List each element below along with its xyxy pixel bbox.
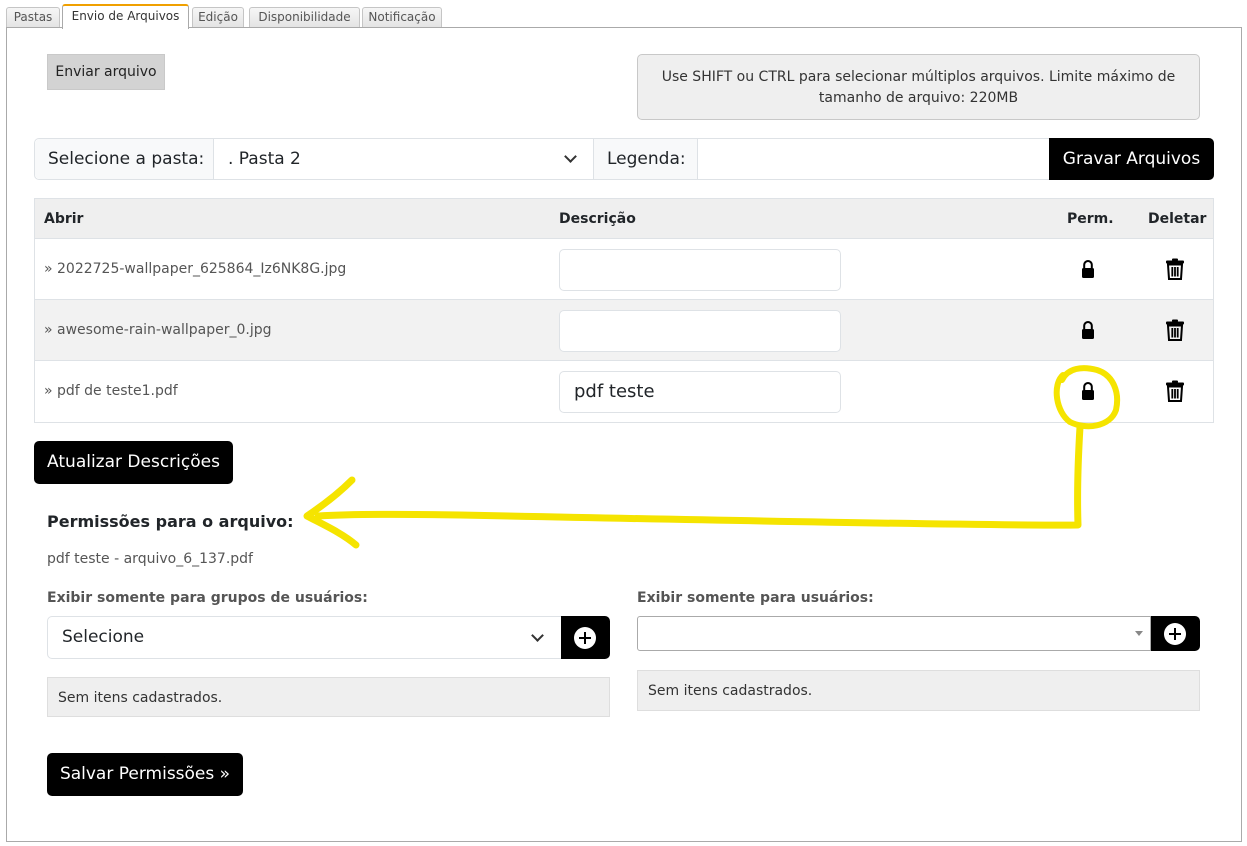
description-input[interactable]	[559, 249, 841, 291]
folder-label: Selecione a pasta:	[35, 139, 213, 179]
tab-disponibilidade[interactable]: Disponibilidade	[249, 7, 360, 28]
plus-circle-icon	[1164, 623, 1186, 645]
lock-icon[interactable]	[1081, 320, 1095, 340]
upload-info-line1: Use SHIFT ou CTRL para selecionar múltip…	[661, 69, 1176, 85]
table-header: Abrir Descrição Perm. Deletar	[35, 199, 1213, 239]
save-files-button[interactable]: Gravar Arquivos	[1049, 138, 1214, 180]
groups-label: Exibir somente para grupos de usuários:	[47, 590, 368, 606]
table-row: » pdf de teste1.pdf pdf teste	[35, 361, 1213, 422]
tab-pastas[interactable]: Pastas	[6, 7, 60, 28]
folder-caption-group: Selecione a pasta: . Pasta 2 Legenda:	[34, 138, 1214, 180]
users-label: Exibir somente para usuários:	[637, 590, 874, 606]
tab-notificacao[interactable]: Notificação	[362, 7, 442, 28]
description-input[interactable]: pdf teste	[559, 371, 841, 413]
header-description: Descrição	[559, 211, 636, 227]
groups-select[interactable]: Selecione	[47, 616, 562, 659]
permissions-title: Permissões para o arquivo:	[47, 512, 294, 531]
header-perm: Perm.	[1067, 211, 1114, 227]
files-table: Abrir Descrição Perm. Deletar » 2022725-…	[34, 198, 1214, 423]
plus-circle-icon	[574, 627, 596, 649]
update-descriptions-button[interactable]: Atualizar Descrições	[34, 441, 233, 484]
permissions-file-info: pdf teste - arquivo_6_137.pdf	[47, 551, 253, 567]
trash-icon[interactable]	[1166, 319, 1184, 341]
trash-icon[interactable]	[1166, 380, 1184, 402]
lock-icon[interactable]	[1081, 259, 1095, 279]
header-delete: Deletar	[1148, 211, 1207, 227]
trash-icon[interactable]	[1166, 258, 1184, 280]
save-permissions-button[interactable]: Salvar Permissões »	[47, 753, 243, 796]
file-link[interactable]: » pdf de teste1.pdf	[44, 361, 178, 422]
folder-select-value: . Pasta 2	[228, 149, 301, 169]
header-open: Abrir	[44, 211, 84, 227]
caption-input[interactable]	[698, 139, 1049, 179]
file-link[interactable]: » awesome-rain-wallpaper_0.jpg	[44, 300, 272, 361]
upload-info-line2: tamanho de arquivo: 220MB	[818, 90, 1019, 106]
description-input[interactable]	[559, 310, 841, 352]
users-select[interactable]	[637, 616, 1151, 651]
users-empty-list: Sem itens cadastrados.	[637, 670, 1200, 711]
send-file-button[interactable]: Enviar arquivo	[47, 54, 165, 90]
table-row: » 2022725-wallpaper_625864_Iz6NK8G.jpg	[35, 239, 1213, 300]
chevron-down-icon	[531, 629, 544, 642]
chevron-down-icon	[564, 150, 577, 163]
folder-select[interactable]: . Pasta 2	[214, 139, 593, 179]
caret-down-icon	[1135, 631, 1143, 636]
table-row: » awesome-rain-wallpaper_0.jpg	[35, 300, 1213, 361]
groups-empty-list: Sem itens cadastrados.	[47, 677, 610, 717]
caption-label: Legenda:	[594, 139, 697, 179]
tab-envio-de-arquivos[interactable]: Envio de Arquivos	[62, 4, 189, 29]
file-link[interactable]: » 2022725-wallpaper_625864_Iz6NK8G.jpg	[44, 239, 346, 300]
upload-info-box: Use SHIFT ou CTRL para selecionar múltip…	[637, 54, 1200, 120]
add-user-button[interactable]	[1151, 616, 1200, 651]
add-group-button[interactable]	[561, 616, 610, 659]
lock-icon[interactable]	[1081, 381, 1095, 401]
groups-select-value: Selecione	[62, 627, 145, 647]
tab-edicao[interactable]: Edição	[192, 7, 244, 28]
